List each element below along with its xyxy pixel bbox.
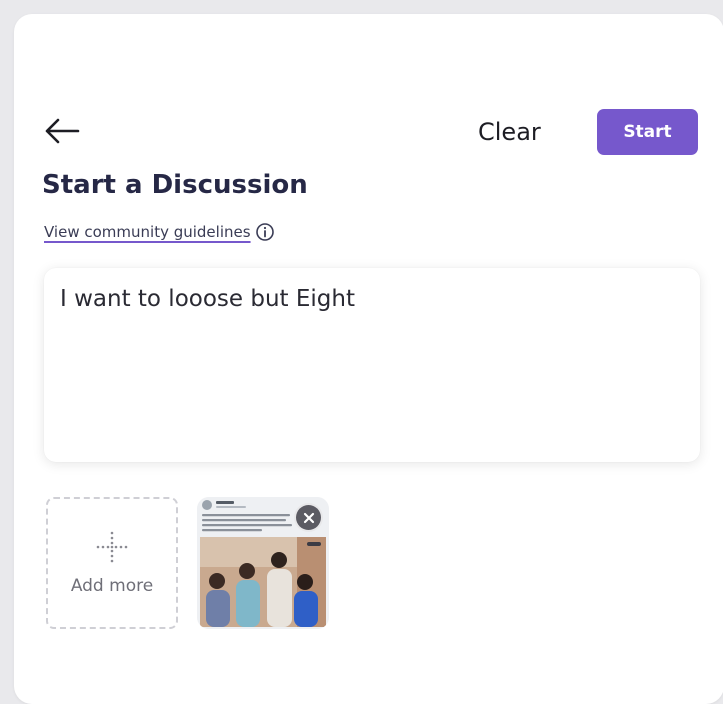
add-more-label: Add more xyxy=(70,576,154,596)
start-button[interactable]: Start xyxy=(597,109,698,155)
info-icon[interactable] xyxy=(255,222,275,242)
arrow-left-icon xyxy=(45,118,80,144)
page-title: Start a Discussion xyxy=(42,170,308,200)
add-more-button[interactable]: Add more xyxy=(46,497,178,629)
guidelines-row: View community guidelines xyxy=(44,222,275,242)
back-button[interactable] xyxy=(42,113,84,149)
remove-attachment-button[interactable] xyxy=(296,505,321,530)
close-icon xyxy=(303,512,314,523)
clear-button[interactable]: Clear xyxy=(478,112,541,152)
community-guidelines-link[interactable]: View community guidelines xyxy=(44,223,251,241)
discussion-text-input[interactable]: I want to looose but Eight xyxy=(44,268,700,462)
dotted-plus-icon xyxy=(96,531,128,563)
discussion-text-value: I want to looose but Eight xyxy=(60,286,355,312)
